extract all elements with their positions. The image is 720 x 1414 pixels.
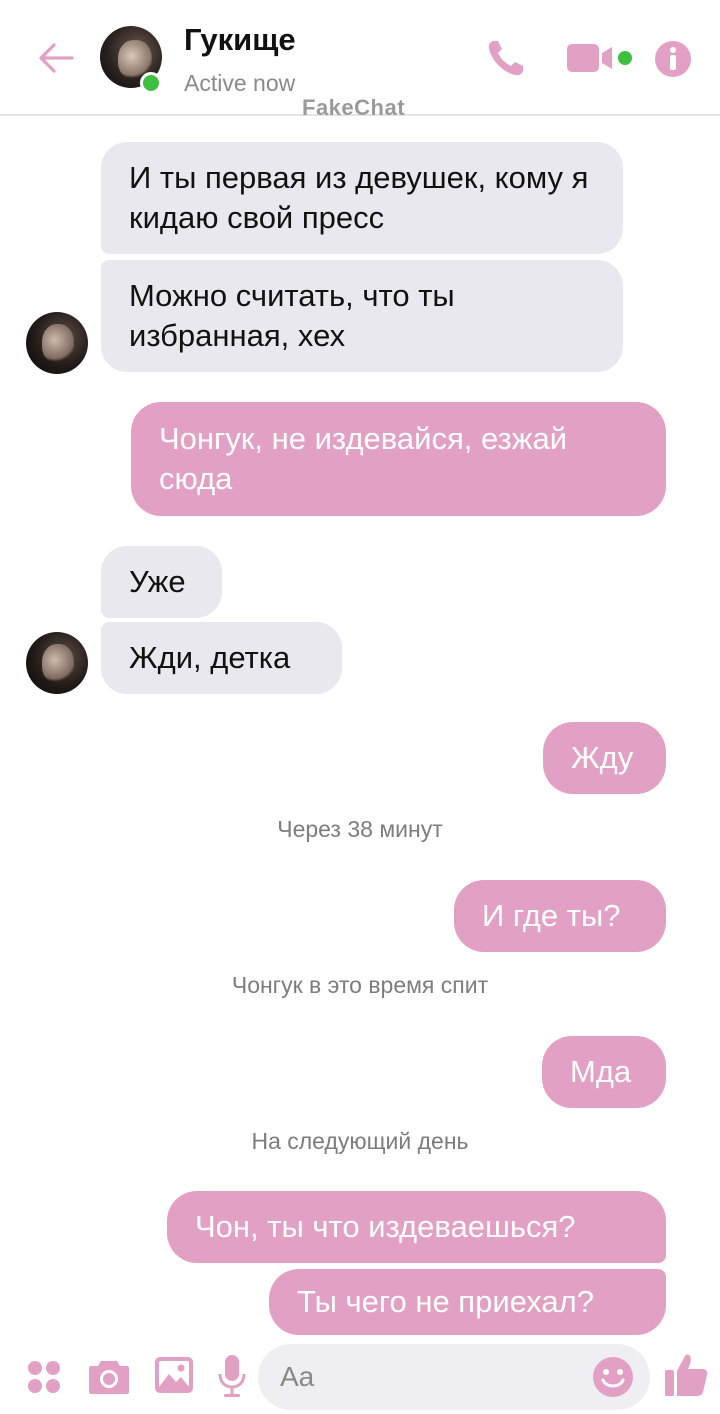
message-incoming[interactable]: Жди, детка	[101, 622, 342, 694]
system-note: На следующий день	[251, 1128, 469, 1154]
message-list[interactable]: И ты первая из девушек, кому я кидаю сво…	[0, 118, 720, 1338]
message-incoming[interactable]: И ты первая из девушек, кому я кидаю сво…	[101, 142, 623, 254]
watermark: FakeChat	[302, 95, 406, 115]
sender-avatar[interactable]	[26, 312, 88, 374]
message-incoming[interactable]: Можно считать, что ты избранная, хех	[101, 260, 623, 372]
message-incoming[interactable]: Уже	[101, 546, 222, 618]
message-outgoing[interactable]: Чон, ты что издеваешься?	[167, 1191, 666, 1263]
message-outgoing[interactable]: Мда	[542, 1036, 666, 1108]
gallery-icon[interactable]	[154, 1356, 194, 1394]
message-outgoing[interactable]: Жду	[543, 722, 666, 794]
system-note: Чонгук в это время спит	[231, 972, 489, 998]
sender-avatar[interactable]	[26, 632, 88, 694]
apps-grid-icon[interactable]	[26, 1359, 62, 1395]
emoji-icon[interactable]	[592, 1356, 634, 1398]
message-input-container[interactable]	[258, 1344, 650, 1410]
microphone-icon[interactable]	[218, 1354, 246, 1398]
camera-icon[interactable]	[88, 1357, 130, 1395]
message-outgoing[interactable]: И где ты?	[454, 880, 666, 952]
chat-header: Гукище Active now FakeChat	[0, 0, 720, 116]
contact-status: Active now	[184, 70, 296, 96]
online-indicator	[140, 72, 162, 94]
phone-icon[interactable]	[484, 36, 528, 80]
arrow-left-icon[interactable]	[34, 36, 78, 80]
thumbs-up-icon[interactable]	[664, 1352, 708, 1398]
message-outgoing[interactable]: Ты чего не приехал?	[269, 1269, 666, 1335]
system-note: Через 38 минут	[277, 816, 443, 842]
composer-bar	[0, 1340, 720, 1414]
message-input[interactable]	[280, 1356, 580, 1398]
message-outgoing[interactable]: Чонгук, не издевайся, езжай сюда	[131, 402, 666, 516]
contact-name[interactable]: Гукище	[184, 22, 296, 58]
video-camera-icon[interactable]	[566, 42, 636, 74]
info-icon[interactable]	[654, 40, 692, 78]
